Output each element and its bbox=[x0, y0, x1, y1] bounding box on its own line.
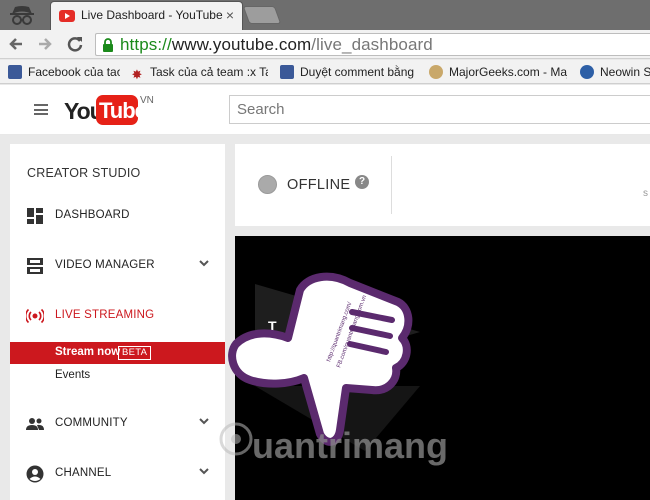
thumbs-down-hand-icon bbox=[228, 272, 413, 446]
quantrimang-logo-icon bbox=[219, 422, 253, 456]
watermark-overlay: http://quantrimang.com/ FB.com/quantrima… bbox=[219, 272, 448, 466]
watermark-text: uantrimang bbox=[252, 425, 448, 466]
